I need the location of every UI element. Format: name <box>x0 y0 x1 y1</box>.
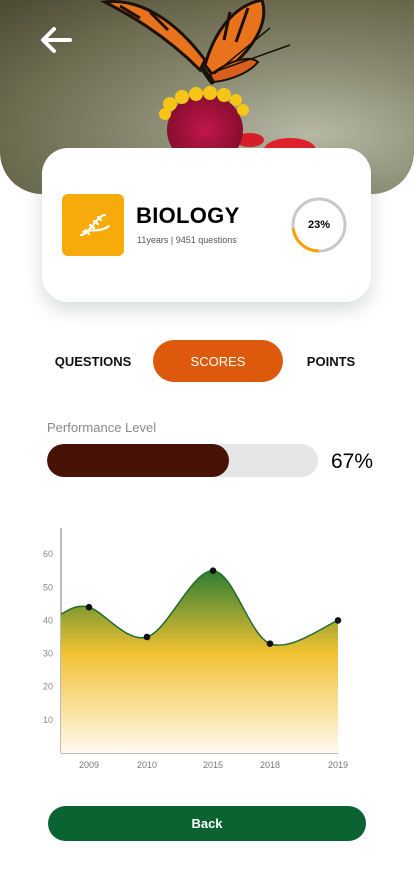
data-point-2009 <box>85 603 93 611</box>
y-tick-label: 20 <box>43 682 53 692</box>
y-tick-label: 40 <box>43 615 53 625</box>
tab-questions[interactable]: QUESTIONS <box>42 340 144 382</box>
subject-card: BIOLOGY 11years | 9451 questions 23% <box>42 148 371 302</box>
back-button[interactable]: Back <box>48 806 366 841</box>
tab-points[interactable]: POINTS <box>296 340 366 382</box>
data-point-2015 <box>209 567 217 575</box>
x-tick-label: 2019 <box>328 760 348 770</box>
y-tick-label: 10 <box>43 715 53 725</box>
data-point-2010 <box>143 633 151 641</box>
data-point-2019 <box>334 617 342 624</box>
performance-label: Performance Level <box>47 420 157 435</box>
performance-bar <box>47 444 318 477</box>
x-tick-label: 2010 <box>137 760 157 770</box>
area-fill <box>61 570 338 753</box>
subject-meta: 11years | 9451 questions <box>137 235 237 245</box>
subject-title: BIOLOGY <box>136 203 240 228</box>
x-tick-label: 2009 <box>79 760 99 770</box>
data-point-2018 <box>266 640 274 647</box>
tab-bar: QUESTIONS SCORES POINTS <box>0 340 414 382</box>
x-tick-label: 2015 <box>203 760 223 770</box>
progress-ring-label: 23% <box>307 219 331 231</box>
performance-bar-fill <box>47 444 229 477</box>
tab-scores[interactable]: SCORES <box>153 340 283 382</box>
y-tick-label: 60 <box>43 549 53 559</box>
dna-icon <box>62 194 124 256</box>
arrow-left-icon[interactable] <box>38 26 74 54</box>
scores-chart: 10 20 30 40 50 60 2009 2010 2015 2018 2019 <box>43 528 348 770</box>
y-tick-label: 30 <box>43 649 53 659</box>
y-tick-label: 50 <box>43 582 53 592</box>
performance-value: 67% <box>331 450 374 473</box>
x-tick-label: 2018 <box>260 760 280 770</box>
